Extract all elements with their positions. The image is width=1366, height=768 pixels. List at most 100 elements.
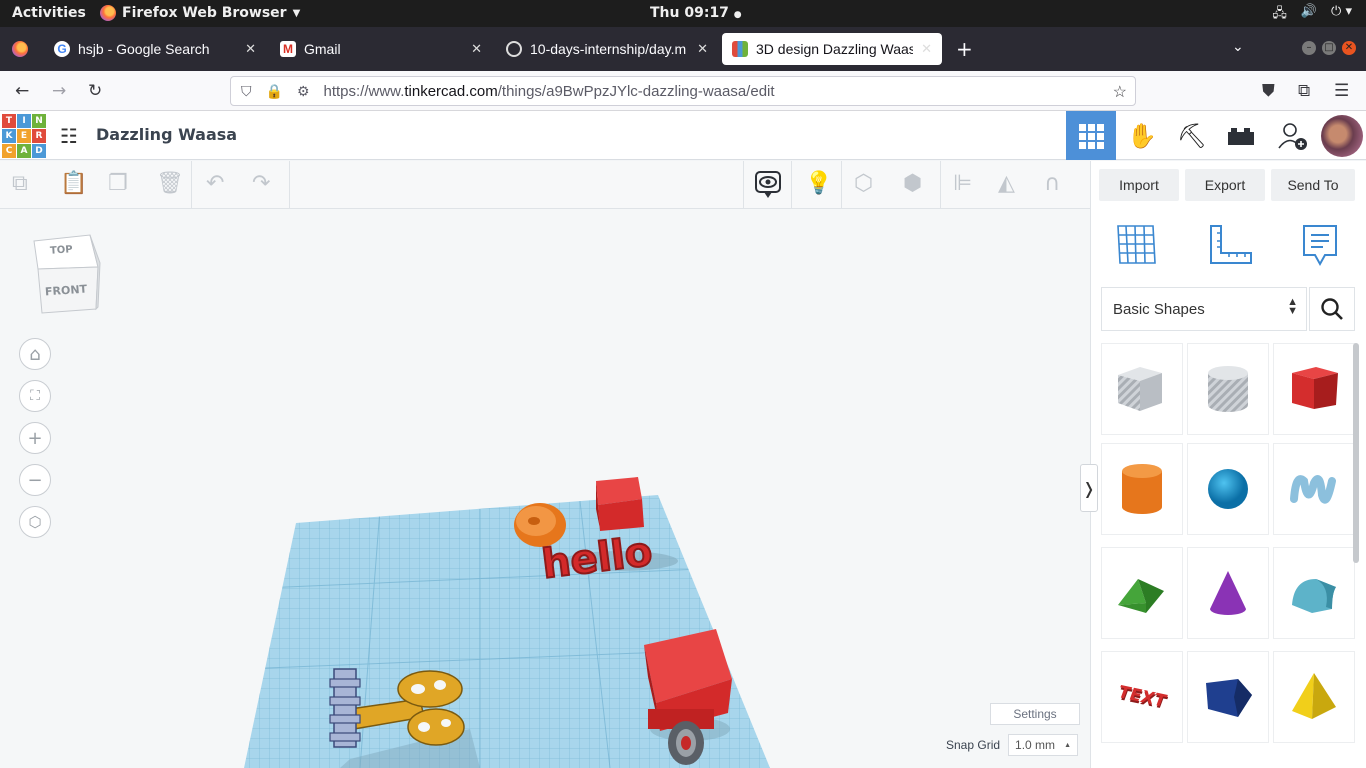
shape-scribble[interactable] — [1273, 443, 1355, 535]
ungroup-icon[interactable]: ⬢ — [903, 171, 922, 196]
avatar[interactable] — [1318, 111, 1366, 160]
workplane-scene[interactable]: hello — [0, 209, 1090, 768]
3d-workplane-viewport[interactable]: hello TOP FRONT ⌂ ⛶ + − ⬡ — [0, 209, 1090, 768]
search-button[interactable] — [1309, 287, 1355, 331]
home-view-button[interactable]: ⌂ — [19, 338, 51, 370]
notes-eye-icon[interactable] — [755, 171, 781, 205]
clock[interactable]: Thu 09:17 ● — [650, 5, 742, 21]
shield-icon[interactable]: ⛉ — [241, 83, 252, 100]
shape-polygon[interactable] — [1187, 651, 1269, 743]
import-button[interactable]: Import — [1099, 169, 1179, 201]
perspective-button[interactable]: ⬡ — [19, 506, 51, 538]
firefox-menu-icon[interactable] — [12, 41, 28, 61]
list-all-tabs-icon[interactable]: ⌄ — [1232, 39, 1244, 55]
tinkercad-icon — [732, 41, 748, 57]
close-window-button[interactable]: ✕ — [1342, 41, 1356, 55]
close-icon[interactable]: ✕ — [921, 41, 932, 57]
tab-google-search[interactable]: G hsjb - Google Search ✕ — [44, 33, 266, 65]
add-user-icon[interactable] — [1267, 111, 1317, 160]
shape-text[interactable]: TEXT — [1101, 651, 1183, 743]
notes-icon[interactable] — [1301, 223, 1339, 276]
ruler-icon[interactable] — [1207, 223, 1253, 274]
shape-text-label: TEXT — [1115, 682, 1169, 712]
clock-label: Thu 09:17 — [650, 5, 729, 21]
red-box-small[interactable] — [596, 477, 644, 531]
mirror-icon[interactable]: ◭ — [998, 171, 1015, 196]
tab-tinkercad[interactable]: 3D design Dazzling Waas ✕ — [722, 33, 942, 65]
logo-letter: I — [17, 114, 31, 128]
divider — [191, 161, 192, 209]
polygon-icon — [1206, 679, 1252, 717]
copy-icon[interactable]: ⧉ — [12, 171, 28, 196]
paste-icon[interactable]: 📋 — [60, 171, 87, 196]
select-arrows-icon: ▲ ▼ — [1287, 296, 1298, 317]
permissions-icon[interactable]: ⚙ — [297, 83, 310, 100]
workplane-icon[interactable] — [1115, 223, 1157, 274]
pocket-icon[interactable]: ⛊ — [1262, 81, 1275, 101]
snap-grid-select[interactable]: 1.0 mm — [1008, 734, 1079, 756]
shape-box[interactable] — [1273, 343, 1355, 435]
shape-library-value: Basic Shapes — [1113, 300, 1205, 318]
gear-shape[interactable] — [329, 668, 361, 748]
shape-round-roof[interactable] — [1273, 547, 1355, 639]
app-menu[interactable]: Firefox Web Browser ▼ — [100, 5, 300, 21]
group-icon[interactable]: ⬡ — [854, 171, 873, 196]
design-list-icon[interactable]: ☷ — [60, 124, 78, 148]
shape-cylinder[interactable] — [1101, 443, 1183, 535]
tab-github[interactable]: 10-days-internship/day.m ✕ — [496, 33, 718, 65]
lock-icon[interactable]: 🔒 — [266, 83, 283, 100]
collapse-panel-button[interactable]: ❭ — [1080, 464, 1098, 512]
back-icon[interactable]: ← — [15, 81, 29, 101]
lightbulb-icon[interactable]: 💡 — [805, 171, 832, 196]
shape-library-select[interactable]: Basic Shapes ▲ ▼ — [1101, 287, 1307, 331]
align-icon[interactable]: ⊫ — [953, 171, 972, 196]
tab-gmail[interactable]: M Gmail ✕ — [270, 33, 492, 65]
snap-grid-label: Snap Grid — [946, 738, 1001, 752]
undo-icon[interactable]: ↶ — [206, 171, 224, 196]
fit-view-button[interactable]: ⛶ — [19, 380, 51, 412]
extensions-icon[interactable]: ⧉ — [1298, 81, 1310, 101]
shape-cylinder-hole[interactable] — [1187, 343, 1269, 435]
close-icon[interactable]: ✕ — [471, 41, 482, 57]
pickaxe-icon[interactable]: ⛏ — [1167, 111, 1217, 160]
system-tray[interactable]: 🖧 🔊 ⏻ ▾ — [1272, 4, 1352, 26]
reload-icon[interactable]: ↻ — [88, 81, 102, 101]
scrollbar[interactable] — [1353, 343, 1359, 563]
magnet-icon[interactable]: ∩ — [1044, 171, 1060, 196]
snap-grid-value: 1.0 mm — [1015, 738, 1056, 752]
lego-brick-icon[interactable] — [1216, 111, 1266, 160]
shape-sphere[interactable] — [1187, 443, 1269, 535]
redo-icon[interactable]: ↷ — [252, 171, 270, 196]
forward-icon[interactable]: → — [52, 81, 66, 101]
duplicate-icon[interactable]: ❐ — [108, 171, 128, 196]
activities-button[interactable]: Activities — [12, 5, 86, 21]
new-tab-button[interactable]: + — [956, 37, 973, 61]
view-cube-top-label[interactable]: TOP — [50, 244, 73, 257]
view-cube[interactable]: TOP FRONT — [32, 233, 102, 315]
tinkercad-logo[interactable]: T I N K E R C A D — [2, 114, 46, 158]
shape-roof[interactable] — [1101, 547, 1183, 639]
3d-design-view-button[interactable] — [1066, 111, 1116, 160]
close-icon[interactable]: ✕ — [245, 41, 256, 57]
url-bar[interactable]: ⛉ 🔒 ⚙ https://www.tinkercad.com/things/a… — [230, 76, 1136, 106]
settings-button[interactable]: Settings — [990, 703, 1080, 725]
menu-icon[interactable]: ☰ — [1334, 81, 1349, 101]
divider — [841, 161, 842, 209]
circuits-icon[interactable]: ✋ — [1117, 111, 1167, 160]
send-to-button[interactable]: Send To — [1271, 169, 1355, 201]
design-title[interactable]: Dazzling Waasa — [96, 125, 237, 144]
close-icon[interactable]: ✕ — [697, 41, 708, 57]
shape-pyramid[interactable] — [1273, 651, 1355, 743]
url-domain: tinkercad.com — [404, 82, 498, 100]
shape-cone[interactable] — [1187, 547, 1269, 639]
export-button[interactable]: Export — [1185, 169, 1265, 201]
google-icon: G — [54, 41, 70, 57]
minimize-button[interactable]: – — [1302, 41, 1316, 55]
shape-box-hole[interactable] — [1101, 343, 1183, 435]
bookmark-star-icon[interactable]: ☆ — [1113, 82, 1127, 102]
delete-icon[interactable]: 🗑 — [156, 171, 184, 196]
maximize-button[interactable]: □ — [1322, 41, 1336, 55]
zoom-in-button[interactable]: + — [19, 422, 51, 454]
logo-letter: C — [2, 144, 16, 158]
zoom-out-button[interactable]: − — [19, 464, 51, 496]
